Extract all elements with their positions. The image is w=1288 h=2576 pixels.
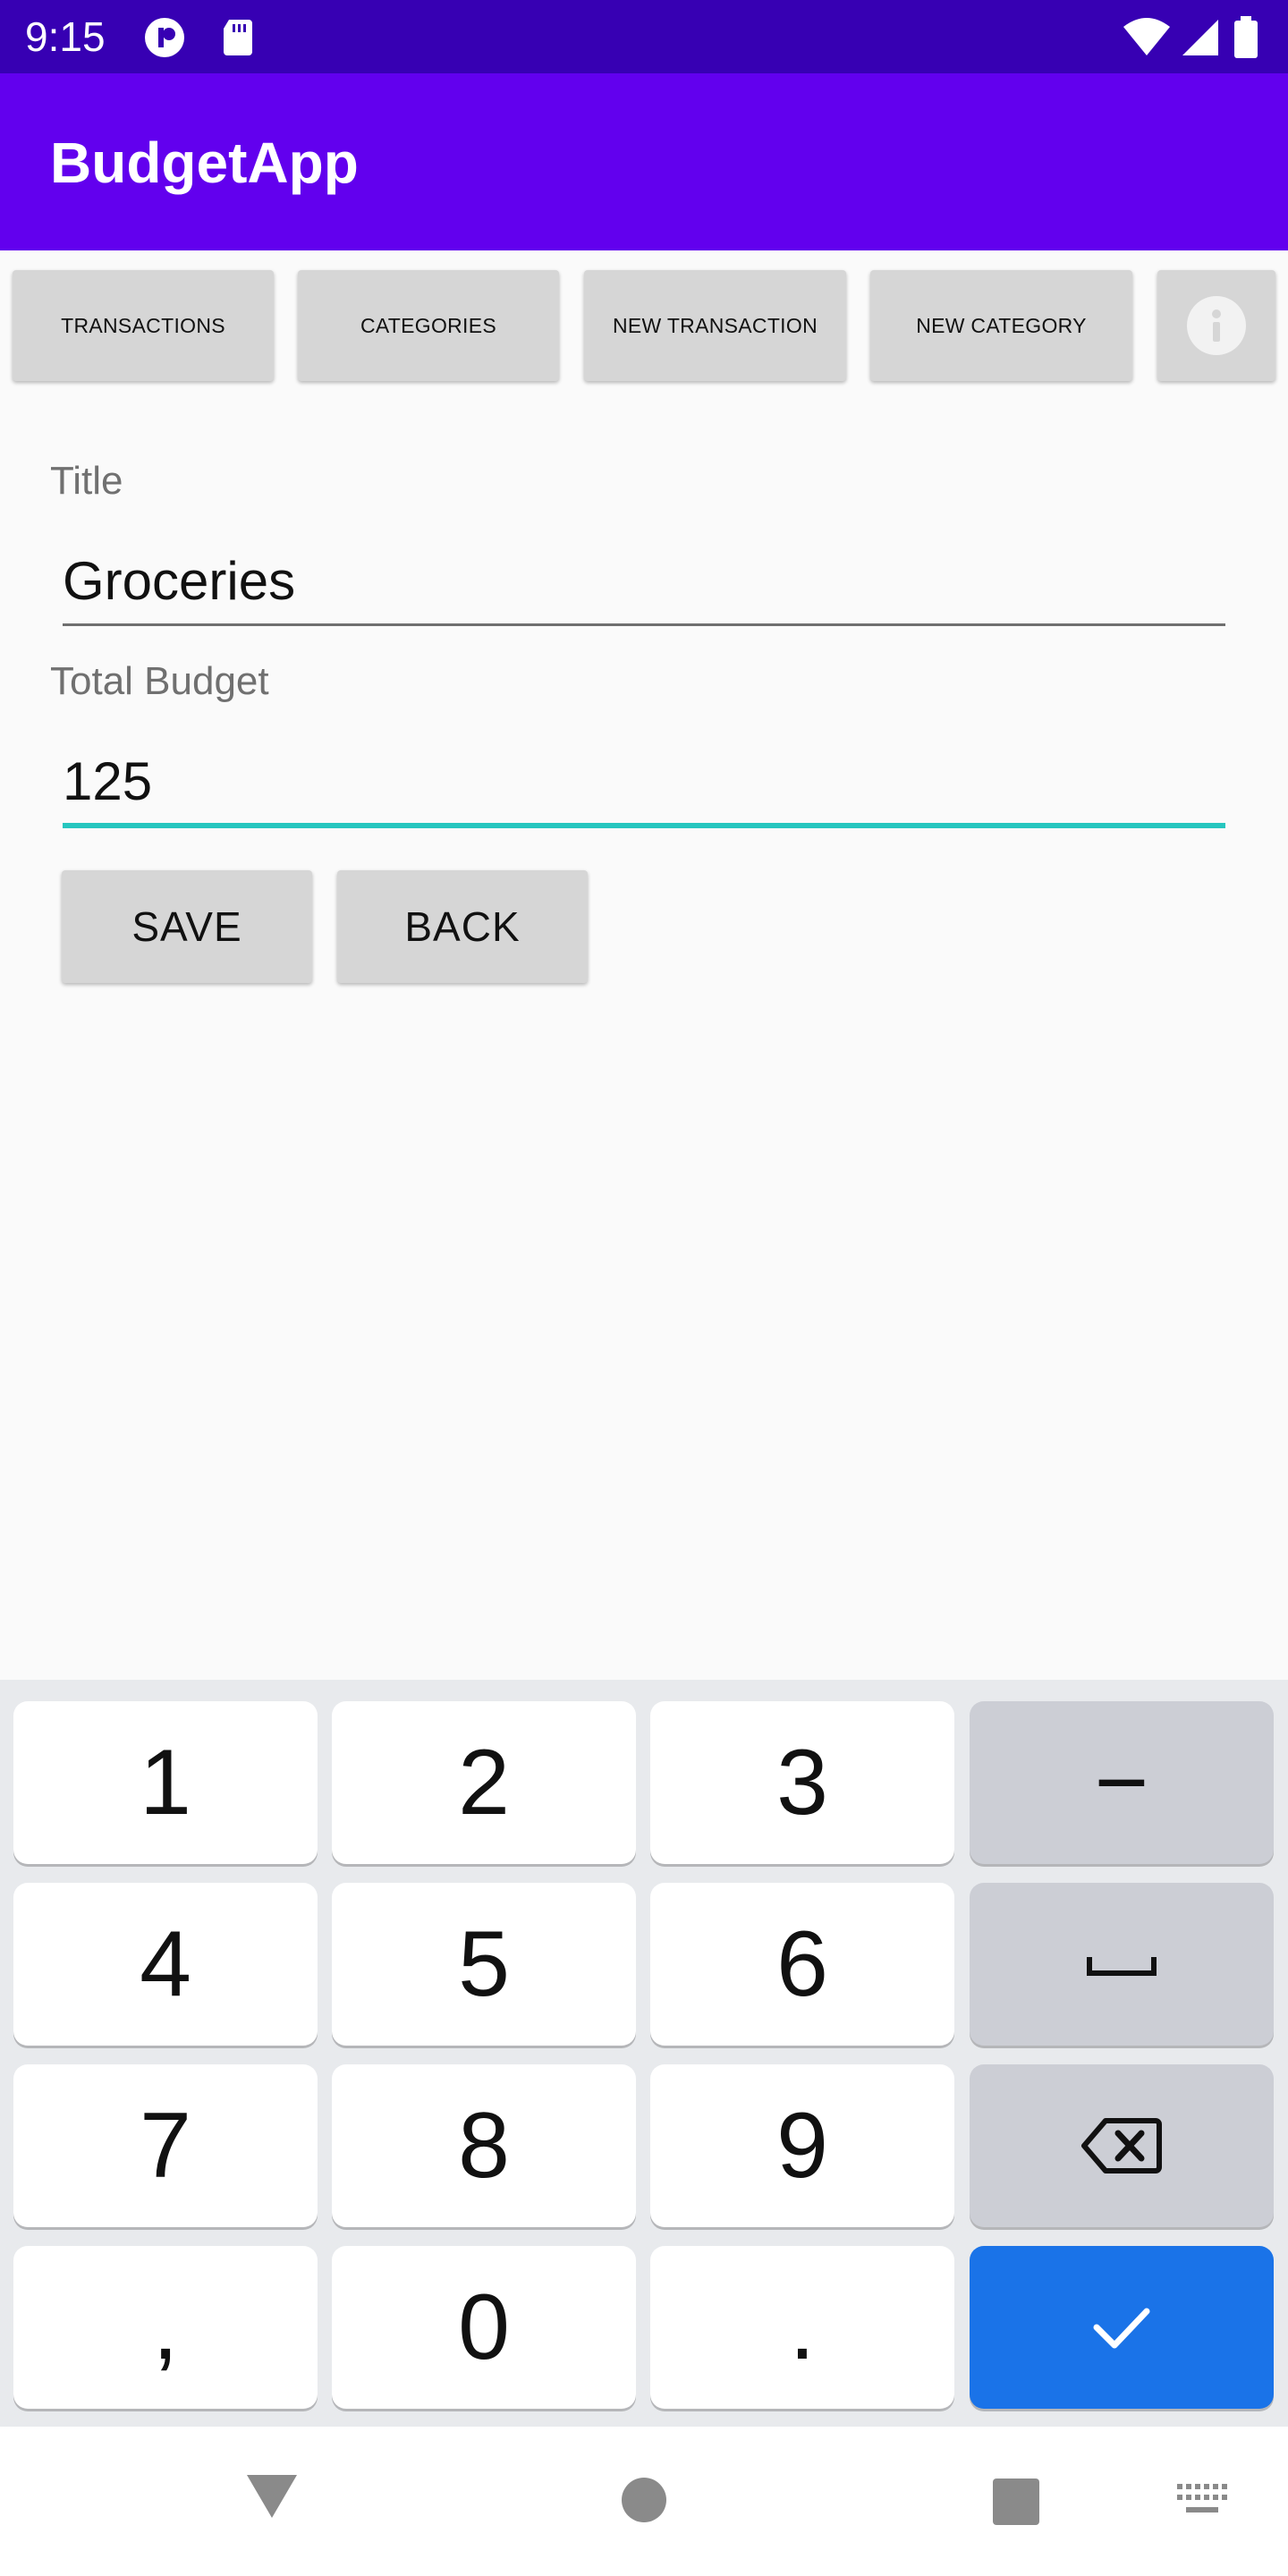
total-budget-input-underline	[63, 823, 1225, 828]
app-title: BudgetApp	[50, 131, 359, 195]
battery-icon	[1233, 16, 1259, 59]
info-icon	[1187, 296, 1246, 355]
wifi-icon	[1122, 16, 1172, 59]
key-3[interactable]: 3	[650, 1701, 954, 1864]
keyboard-switch-icon[interactable]	[1177, 2484, 1227, 2516]
key-period[interactable]: .	[650, 2246, 954, 2409]
title-input-underline	[63, 623, 1225, 626]
key-6[interactable]: 6	[650, 1883, 954, 2046]
backspace-icon	[1081, 2118, 1162, 2174]
system-navigation-bar	[0, 2427, 1288, 2576]
numeric-keyboard: 1 2 3 − 4 5 6 7 8 9 , 0 .	[0, 1680, 1288, 2427]
key-done[interactable]	[970, 2246, 1274, 2409]
key-2[interactable]: 2	[332, 1701, 636, 1864]
key-backspace[interactable]	[970, 2064, 1274, 2227]
overview-square-icon[interactable]	[993, 2479, 1039, 2525]
app-notification-icon	[143, 16, 186, 59]
space-icon	[1087, 1957, 1157, 1976]
status-bar: 9:15	[0, 0, 1288, 73]
app-bar: BudgetApp	[0, 73, 1288, 250]
save-button[interactable]: SAVE	[62, 870, 312, 983]
key-0[interactable]: 0	[332, 2246, 636, 2409]
key-space[interactable]	[970, 1883, 1274, 2046]
key-7[interactable]: 7	[13, 2064, 318, 2227]
back-button[interactable]: BACK	[337, 870, 588, 983]
total-budget-input[interactable]: 125	[63, 750, 1225, 814]
title-label: Title	[50, 459, 123, 503]
new-category-button[interactable]: NEW CATEGORY	[870, 270, 1132, 381]
key-1[interactable]: 1	[13, 1701, 318, 1864]
checkmark-icon	[1093, 2308, 1150, 2349]
status-time: 9:15	[25, 13, 106, 60]
key-5[interactable]: 5	[332, 1883, 636, 2046]
sd-card-icon	[216, 16, 259, 59]
transactions-button[interactable]: TRANSACTIONS	[13, 270, 274, 381]
key-9[interactable]: 9	[650, 2064, 954, 2227]
back-triangle-icon[interactable]	[243, 2471, 301, 2521]
info-button[interactable]	[1157, 270, 1275, 381]
new-transaction-button[interactable]: NEW TRANSACTION	[584, 270, 846, 381]
key-minus[interactable]: −	[970, 1701, 1274, 1864]
title-input[interactable]: Groceries	[63, 549, 1225, 614]
key-4[interactable]: 4	[13, 1883, 318, 2046]
cell-signal-icon	[1179, 16, 1222, 59]
key-8[interactable]: 8	[332, 2064, 636, 2227]
key-comma[interactable]: ,	[13, 2246, 318, 2409]
total-budget-label: Total Budget	[50, 659, 269, 703]
home-circle-icon[interactable]	[621, 2477, 667, 2523]
categories-button[interactable]: CATEGORIES	[298, 270, 559, 381]
